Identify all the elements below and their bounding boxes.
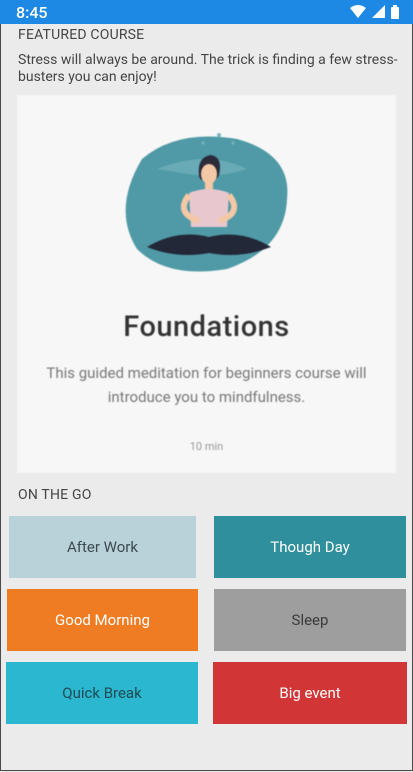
tile-good-morning[interactable]: Good Morning [7, 589, 198, 651]
tile-label: Though Day [270, 538, 350, 556]
tile-sleep[interactable]: Sleep [214, 589, 406, 651]
tile-label: Good Morning [55, 611, 150, 629]
tile-label: Big event [279, 684, 341, 702]
wifi-icon [350, 5, 366, 18]
signal-icon [372, 5, 385, 18]
course-duration: 10 min [189, 440, 224, 453]
meditation-illustration [125, 133, 288, 272]
tile-though-day[interactable]: Though Day [214, 516, 406, 578]
status-time: 8:45 [16, 3, 48, 22]
featured-course-label: FEATURED COURSE [18, 27, 145, 43]
course-title: Foundations [123, 310, 290, 344]
tile-label: Sleep [291, 611, 329, 629]
tile-label: Quick Break [62, 684, 142, 702]
featured-course-card[interactable]: Foundations This guided meditation for b… [17, 95, 396, 473]
tile-quick-break[interactable]: Quick Break [6, 662, 198, 724]
on-the-go-label: ON THE GO [18, 487, 92, 503]
status-icons [350, 5, 399, 19]
battery-icon [391, 5, 399, 19]
tile-label: After Work [67, 538, 138, 556]
tile-big-event[interactable]: Big event [213, 662, 407, 724]
featured-intro-text: Stress will always be around. The trick … [18, 52, 398, 85]
course-description: This guided meditation for beginners cou… [46, 364, 367, 406]
status-bar: 8:45 [0, 0, 413, 24]
tile-after-work[interactable]: After Work [9, 516, 196, 578]
